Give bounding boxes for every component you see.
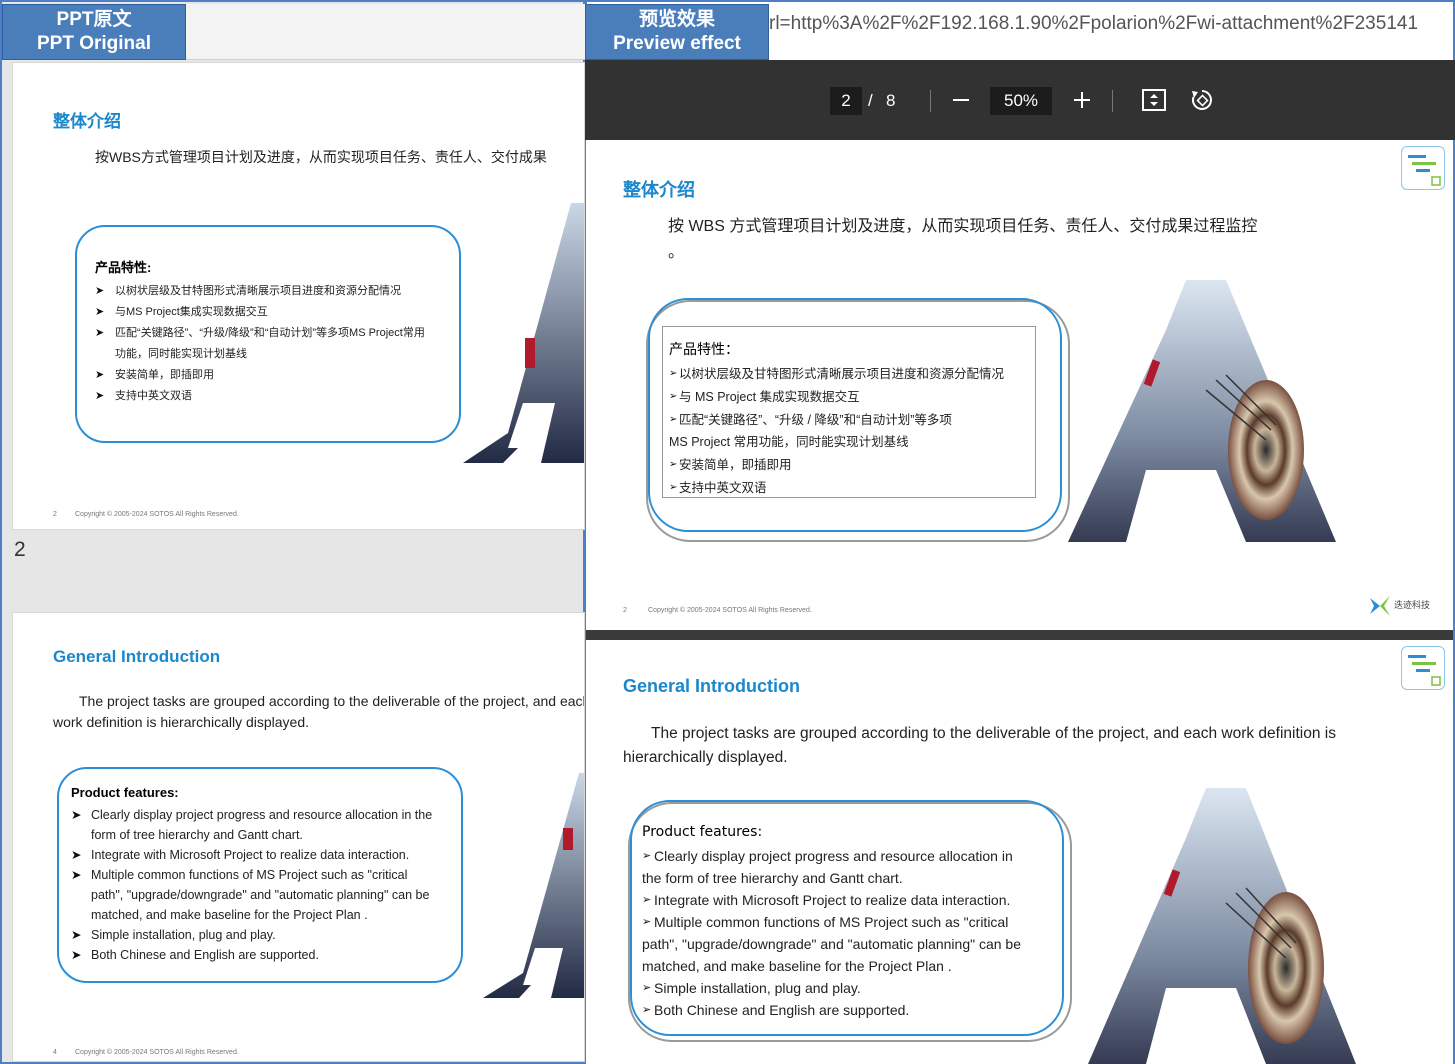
minus-icon	[953, 99, 969, 101]
ppt-original-label: PPT原文 PPT Original	[2, 4, 186, 60]
list-item: ➤ 与MS Project集成实现数据交互	[95, 306, 268, 318]
letter-a-graphic	[463, 203, 584, 463]
list-item: ➢ Integrate with Microsoft Project to rea…	[642, 892, 1011, 908]
label-cn: PPT原文	[56, 9, 132, 30]
rotate-button[interactable]	[1184, 82, 1220, 118]
copyright-note: Copyright © 2005-2024 SOTOS All Rights R…	[648, 607, 812, 614]
preview-slide-cn[interactable]: 整体介绍 按 WBS 方式管理项目计划及进度，从而实现项目任务、责任人、交付成果…	[586, 140, 1453, 630]
plus-icon	[1074, 92, 1090, 108]
rotate-icon	[1192, 90, 1212, 110]
product-features-box: Product features: ➤ Clearly display proje…	[57, 767, 463, 983]
features-title: Product features:	[642, 824, 763, 840]
features-title: Product features:	[71, 785, 179, 800]
zoom-out-button[interactable]	[943, 82, 979, 118]
slide-title: 整体介绍	[53, 112, 121, 131]
list-item: ➢ 以树状层级及甘特图形式清晰展示项目进度和资源分配情况	[669, 367, 1005, 381]
list-item: ➢ Both Chinese and English are supported.	[642, 1002, 910, 1018]
page-gap	[586, 630, 1453, 640]
features-list: ➢ 以树状层级及甘特图形式清晰展示项目进度和资源分配情况 ➢ 与 MS Projec…	[669, 363, 1033, 500]
features-list: ➤ Clearly display project progress and re…	[71, 805, 441, 965]
list-item: MS Project 常用功能，同时能实现计划基线	[669, 435, 909, 450]
slide-page-number: 2	[623, 607, 627, 614]
slide-body-tail: 。	[668, 244, 685, 261]
thumbnail-page-number: 2	[14, 538, 26, 561]
slide-title: 整体介绍	[623, 180, 695, 200]
letter-a-graphic	[483, 773, 584, 998]
product-logo	[1401, 646, 1445, 690]
features-list: ➢ Clearly display project progress and re…	[642, 845, 1036, 1021]
list-item: ➢ 与 MS Project 集成实现数据交互	[669, 389, 860, 404]
list-item: ➢ Clearly display project progress and re…	[642, 848, 1013, 886]
slide-body: The project tasks are grouped according …	[53, 693, 585, 730]
features-title: 产品特性：	[669, 342, 739, 358]
ppt-toolbar-strip	[186, 4, 585, 60]
product-logo	[1401, 146, 1445, 190]
pdf-viewer-toolbar: 2 / 8 50%	[585, 60, 1455, 140]
toolbar-divider	[930, 90, 931, 112]
slide-page-number: 4	[53, 1049, 57, 1056]
list-item: ➤ 匹配“关键路径”、“升级/降级”和“自动计划”等多项MS Project常用功…	[95, 327, 425, 360]
features-list: ➤ 以树状层级及甘特图形式清晰展示项目进度和资源分配情况 ➤ 与MS Project…	[95, 281, 435, 407]
copyright-note: Copyright © 2005-2024 SOTOS All Rights R…	[75, 511, 239, 518]
slide-title: General Introduction	[623, 676, 801, 696]
ppt-slide-en[interactable]: General Introduction The project tasks a…	[12, 612, 585, 1062]
list-item: ➤ 以树状层级及甘特图形式清晰展示项目进度和资源分配情况	[95, 285, 401, 297]
slide-title: General Introduction	[53, 647, 221, 666]
list-item: ➤ Clearly display project progress and re…	[71, 808, 433, 842]
product-features-box: 产品特性： ➢ 以树状层级及甘特图形式清晰展示项目进度和资源分配情况 ➢ 与 MS …	[662, 326, 1036, 498]
gantt-logo-icon	[1408, 155, 1441, 186]
toolbar-divider	[1112, 90, 1113, 112]
gantt-logo-icon	[1408, 655, 1441, 686]
list-item: ➢ 安装简单，即插即用	[669, 458, 792, 473]
list-item: ➢ Simple installation, plug and play.	[642, 980, 861, 996]
list-item: ➤ 支持中英文双语	[95, 390, 192, 402]
total-pages: 8	[886, 91, 896, 110]
company-name: 迭迹科技	[1394, 600, 1431, 610]
preview-effect-label: 预览效果 Preview effect	[585, 4, 769, 60]
zoom-level[interactable]: 50%	[990, 87, 1052, 115]
copyright-note: Copyright © 2005-2024 SOTOS All Rights R…	[75, 1049, 239, 1056]
list-item: ➤ 安装简单，即插即用	[95, 369, 214, 381]
product-features-box: Product features: ➢ Clearly display proje…	[642, 824, 1042, 1024]
page-number-input[interactable]: 2	[830, 87, 862, 115]
label-en: Preview effect	[613, 33, 741, 54]
slide-body: The project tasks are grouped according …	[623, 725, 1336, 766]
list-item: ➢ Multiple common functions of MS Project…	[642, 914, 1022, 974]
features-title: 产品特性:	[95, 260, 152, 275]
address-bar[interactable]: rl=http%3A%2F%2F192.168.1.90%2Fpolarion%…	[769, 4, 1453, 44]
list-item: ➤ Integrate with Microsoft Project to rea…	[71, 848, 410, 862]
list-item: ➤ Simple installation, plug and play.	[71, 928, 276, 942]
preview-slide-en[interactable]: General Introduction The project tasks a…	[586, 640, 1453, 1064]
slide-body: 按WBS方式管理项目计划及进度，从而实现项目任务、责任人、交付成果	[95, 149, 547, 165]
slide-page-number: 2	[53, 511, 57, 518]
fit-page-icon	[1142, 89, 1166, 111]
slide-body: 按 WBS 方式管理项目计划及进度，从而实现项目任务、责任人、交付成果过程监控	[668, 218, 1258, 235]
zoom-in-button[interactable]	[1064, 82, 1100, 118]
label-cn: 预览效果	[638, 9, 715, 30]
list-item: ➢ 支持中英文双语	[669, 480, 767, 495]
product-features-box: 产品特性: ➤ 以树状层级及甘特图形式清晰展示项目进度和资源分配情况 ➤ 与MS P…	[75, 225, 461, 443]
label-en: PPT Original	[36, 33, 152, 54]
list-item: ➢ 匹配“关键路径”、“升级 / 降级”和“自动计划”等多项	[669, 412, 952, 427]
letter-a-graphic	[1088, 788, 1356, 1064]
list-item: ➤ Both Chinese and English are supported.	[71, 948, 319, 962]
letter-a-graphic	[1068, 280, 1336, 542]
list-item: ➤ Multiple common functions of MS Project…	[71, 868, 430, 922]
company-logo-icon	[1370, 596, 1390, 616]
ppt-slide-cn[interactable]: 整体介绍 按WBS方式管理项目计划及进度，从而实现项目任务、责任人、交付成果 产…	[12, 62, 585, 530]
fit-to-page-button[interactable]	[1136, 82, 1172, 118]
page-separator: /	[868, 91, 873, 110]
